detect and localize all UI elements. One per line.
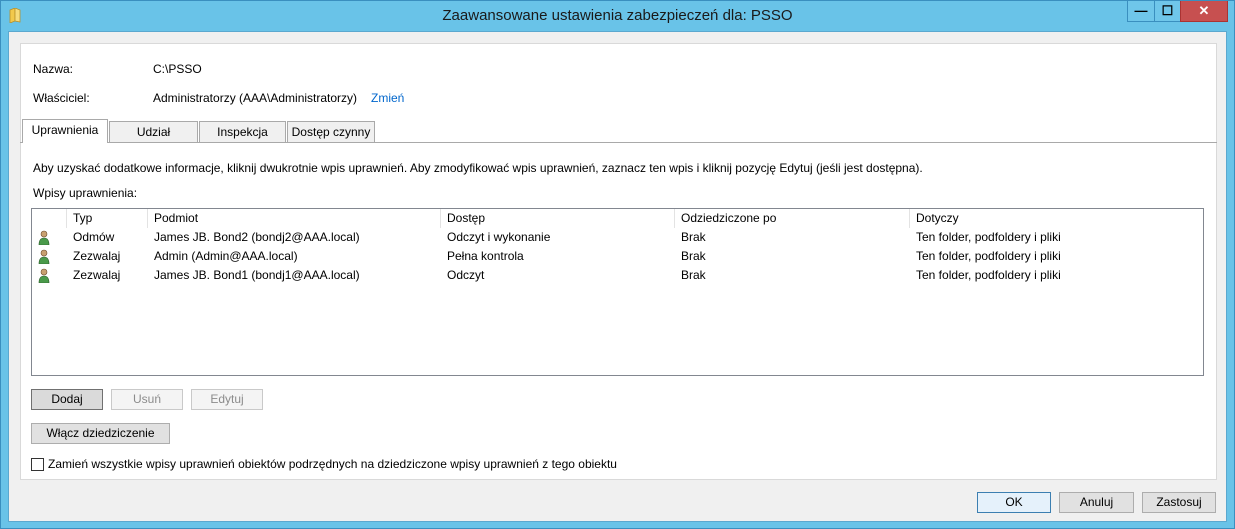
row-principal: James JB. Bond2 (bondj2@AAA.local) [154, 230, 360, 244]
row-access: Odczyt [447, 268, 485, 282]
entries-label: Wpisy uprawnienia: [33, 186, 138, 200]
user-icon [38, 249, 50, 264]
minimize-button[interactable]: — [1127, 1, 1155, 22]
apply-button[interactable]: Zastosuj [1142, 492, 1216, 513]
change-owner-link[interactable]: Zmień [371, 91, 404, 105]
cancel-button[interactable]: Anuluj [1059, 492, 1134, 513]
table-row[interactable]: Zezwalaj James JB. Bond1 (bondj1@AAA.loc… [32, 266, 1203, 285]
column-header-applies-to[interactable]: Dotyczy [910, 209, 1203, 228]
table-row[interactable]: Odmów James JB. Bond2 (bondj2@AAA.local)… [32, 228, 1203, 247]
row-type: Zezwalaj [73, 249, 121, 263]
table-row[interactable]: Zezwalaj Admin (Admin@AAA.local) Pełna k… [32, 247, 1203, 266]
owner-value: Administratorzy (AAA\Administratorzy) [153, 91, 358, 105]
column-header-type[interactable]: Typ [67, 209, 148, 228]
row-applies-to: Ten folder, podfoldery i pliki [916, 249, 1061, 263]
edit-button[interactable]: Edytuj [191, 389, 263, 410]
name-value: C:\PSSO [153, 62, 202, 76]
minimize-icon: — [1134, 3, 1148, 18]
tab-effective-access[interactable]: Dostęp czynny [287, 121, 375, 142]
row-applies-to: Ten folder, podfoldery i pliki [916, 230, 1061, 244]
row-type: Odmów [73, 230, 115, 244]
user-icon [38, 268, 50, 283]
replace-child-permissions-checkbox[interactable] [31, 458, 44, 471]
dialog-client-area: Nazwa: C:\PSSO Właściciel: Administrator… [8, 31, 1227, 522]
ok-button[interactable]: OK [977, 492, 1051, 513]
tab-auditing[interactable]: Inspekcja [199, 121, 286, 142]
tab-share[interactable]: Udział [109, 121, 198, 142]
column-header-inherited-from[interactable]: Odziedziczone po [675, 209, 910, 228]
column-header-access[interactable]: Dostęp [441, 209, 675, 228]
close-icon: ✕ [1198, 3, 1210, 18]
tab-permissions[interactable]: Uprawnienia [22, 119, 108, 143]
row-access: Odczyt i wykonanie [447, 230, 551, 244]
permissions-table[interactable]: Typ Podmiot Dostęp Odziedziczone po Doty… [31, 208, 1204, 376]
security-dialog-window: Zaawansowane ustawienia zabezpieczeń dla… [0, 0, 1235, 529]
row-applies-to: Ten folder, podfoldery i pliki [916, 268, 1061, 282]
name-label: Nazwa: [33, 62, 74, 76]
row-principal: James JB. Bond1 (bondj1@AAA.local) [154, 268, 360, 282]
instructions-text: Aby uzyskać dodatkowe informacje, klikni… [33, 161, 923, 175]
user-icon [38, 230, 50, 245]
remove-button[interactable]: Usuń [111, 389, 183, 410]
maximize-icon: ☐ [1161, 3, 1174, 18]
title-bar[interactable]: Zaawansowane ustawienia zabezpieczeń dla… [1, 1, 1234, 31]
owner-label: Właściciel: [33, 91, 90, 105]
column-header-principal[interactable]: Podmiot [148, 209, 441, 228]
maximize-button[interactable]: ☐ [1154, 1, 1181, 22]
row-inherited-from: Brak [681, 230, 706, 244]
row-inherited-from: Brak [681, 268, 706, 282]
row-access: Pełna kontrola [447, 249, 524, 263]
column-header-icon [32, 209, 67, 228]
close-button[interactable]: ✕ [1180, 1, 1228, 22]
tab-divider [20, 142, 1217, 143]
row-type: Zezwalaj [73, 268, 121, 282]
window-title: Zaawansowane ustawienia zabezpieczeń dla… [442, 7, 793, 24]
row-principal: Admin (Admin@AAA.local) [154, 249, 298, 263]
add-button[interactable]: Dodaj [31, 389, 103, 410]
row-inherited-from: Brak [681, 249, 706, 263]
replace-child-permissions-label: Zamień wszystkie wpisy uprawnień obiektó… [48, 457, 617, 471]
enable-inheritance-button[interactable]: Włącz dziedziczenie [31, 423, 170, 444]
